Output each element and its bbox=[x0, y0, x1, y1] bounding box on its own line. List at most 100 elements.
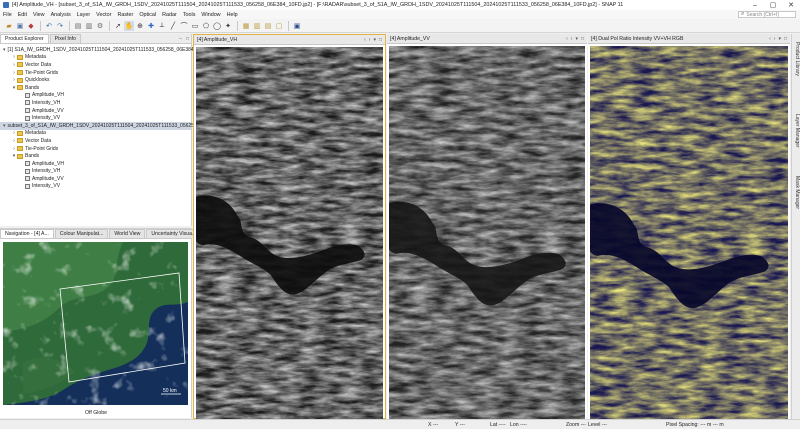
image-view-amplitude-vv[interactable]: [4] Amplitude_VV ‹ › ▾ □ bbox=[387, 34, 587, 429]
view-tab-dual-pol-rgb[interactable]: [4] Dual Pol Ratio Intensity VV+VH RGB ‹… bbox=[588, 34, 790, 44]
settings-icon[interactable]: ⚙ bbox=[95, 21, 105, 31]
draw-ellipse-icon[interactable]: ◯ bbox=[212, 21, 222, 31]
close-panel-icon[interactable]: □ bbox=[186, 36, 189, 42]
view-next-icon[interactable]: › bbox=[369, 37, 371, 43]
layer-manager-tab[interactable]: Layer Manager bbox=[793, 114, 800, 148]
sar-image-amplitude-vv[interactable] bbox=[389, 46, 585, 429]
view-tab-amplitude-vh[interactable]: [4] Amplitude_VH ‹ › ▾ □ bbox=[194, 35, 385, 45]
expanded-toggle-icon[interactable]: ▾ bbox=[3, 47, 6, 53]
view-title: [4] Amplitude_VH bbox=[197, 36, 238, 43]
tree-node-label: Amplitude_VH bbox=[32, 92, 64, 99]
tree-node[interactable]: Amplitude_VV bbox=[0, 175, 191, 183]
view-tab-amplitude-vv[interactable]: [4] Amplitude_VV ‹ › ▾ □ bbox=[387, 34, 587, 44]
search-box[interactable]: ⌕ Search (Ctrl+I) bbox=[738, 11, 796, 18]
draw-line-icon[interactable]: ╱ bbox=[168, 21, 178, 31]
view-maximize-icon[interactable]: □ bbox=[379, 37, 382, 43]
open-product-icon[interactable]: ▰ bbox=[4, 21, 14, 31]
tree-node[interactable]: › Tie-Point Grids bbox=[0, 69, 191, 77]
tree-node[interactable]: › Vector Data bbox=[0, 137, 191, 145]
tree-node[interactable]: › Quicklooks bbox=[0, 76, 191, 84]
view-maximize-icon[interactable]: □ bbox=[581, 36, 584, 42]
menu-help[interactable]: Help bbox=[227, 12, 238, 18]
tree-node[interactable]: ▾ subset_3_of_S1A_IW_GRDH_1SDV_20241025T1… bbox=[0, 121, 232, 130]
sar-image-amplitude-vh[interactable] bbox=[196, 47, 383, 421]
range-finder-icon[interactable]: ⟂ bbox=[157, 21, 167, 31]
tree-node[interactable]: › Metadata bbox=[0, 130, 191, 138]
tile-vertically-icon[interactable]: ▤ bbox=[263, 21, 273, 31]
sync-views-icon[interactable]: ▣ bbox=[292, 21, 302, 31]
view-list-icon[interactable]: ▾ bbox=[373, 37, 376, 43]
product-library-tab[interactable]: Product Library bbox=[793, 42, 800, 76]
menu-raster[interactable]: Raster bbox=[117, 12, 133, 18]
pin-tool-icon[interactable]: ✚ bbox=[146, 21, 156, 31]
tree-node[interactable]: Amplitude_VV bbox=[0, 107, 191, 115]
tab-pixel-info[interactable]: Pixel Info bbox=[49, 34, 81, 43]
view-next-icon[interactable]: › bbox=[571, 36, 573, 42]
undo-icon[interactable]: ↶ bbox=[44, 21, 54, 31]
tree-node[interactable]: › Metadata bbox=[0, 54, 191, 62]
tree-node[interactable]: › Tie-Point Grids bbox=[0, 145, 191, 153]
tree-node[interactable]: › Vector Data bbox=[0, 61, 191, 69]
tab-navigation[interactable]: Navigation - [4] A... bbox=[0, 229, 54, 238]
sar-image-dual-pol-rgb[interactable] bbox=[590, 46, 788, 429]
tile-horizontally-icon[interactable]: ▥ bbox=[252, 21, 262, 31]
tree-node-label: Metadata bbox=[25, 130, 46, 137]
menu-optical[interactable]: Optical bbox=[139, 12, 156, 18]
close-button[interactable]: ✕ bbox=[782, 0, 800, 10]
tree-node[interactable]: Intensity_VV bbox=[0, 183, 191, 191]
minimize-button[interactable]: – bbox=[746, 0, 764, 10]
image-view-amplitude-vh[interactable]: [4] Amplitude_VH ‹ › ▾ □ bbox=[193, 34, 386, 421]
expanded-toggle-icon[interactable]: ▾ bbox=[3, 123, 6, 129]
menu-radar[interactable]: Radar bbox=[162, 12, 177, 18]
tree-node[interactable]: Intensity_VH bbox=[0, 168, 191, 176]
menu-analysis[interactable]: Analysis bbox=[51, 12, 71, 18]
tree-node[interactable]: ▾ Bands bbox=[0, 152, 191, 160]
mask-manager-tab[interactable]: Mask Manager bbox=[793, 176, 800, 209]
tree-node[interactable]: Intensity_VV bbox=[0, 114, 191, 122]
view-list-icon[interactable]: ▾ bbox=[778, 36, 781, 42]
image-view-dual-pol-rgb[interactable]: [4] Dual Pol Ratio Intensity VV+VH RGB ‹… bbox=[588, 34, 790, 429]
toolbar-separator bbox=[69, 20, 70, 31]
tab-product-explorer[interactable]: Product Explorer bbox=[0, 34, 49, 43]
view-prev-icon[interactable]: ‹ bbox=[769, 36, 771, 42]
menu-view[interactable]: View bbox=[33, 12, 45, 18]
view-prev-icon[interactable]: ‹ bbox=[566, 36, 568, 42]
minimize-panel-icon[interactable]: – bbox=[179, 36, 182, 42]
draw-rectangle-icon[interactable]: ▭ bbox=[190, 21, 200, 31]
menu-vector[interactable]: Vector bbox=[96, 12, 111, 18]
view-next-icon[interactable]: › bbox=[774, 36, 776, 42]
select-tool-icon[interactable]: ➚ bbox=[113, 21, 123, 31]
tab-world-view[interactable]: World View bbox=[109, 229, 146, 238]
view-maximize-icon[interactable]: □ bbox=[784, 36, 787, 42]
menu-tools[interactable]: Tools bbox=[183, 12, 196, 18]
save-icon[interactable]: ▣ bbox=[15, 21, 25, 31]
batch-icon[interactable]: ▥ bbox=[84, 21, 94, 31]
tree-node[interactable]: Amplitude_VH bbox=[0, 160, 191, 168]
search-placeholder: Search (Ctrl+I) bbox=[746, 11, 780, 18]
menu-window[interactable]: Window bbox=[201, 12, 220, 18]
draw-polyline-icon[interactable]: ⌒ bbox=[179, 21, 189, 31]
world-view-map[interactable]: 50 km bbox=[3, 242, 188, 405]
menu-edit[interactable]: Edit bbox=[18, 12, 27, 18]
tile-evenly-icon[interactable]: ▦ bbox=[241, 21, 251, 31]
pan-tool-icon[interactable]: ✋ bbox=[124, 20, 134, 31]
view-prev-icon[interactable]: ‹ bbox=[364, 37, 366, 43]
redo-icon[interactable]: ↷ bbox=[55, 21, 65, 31]
graph-builder-icon[interactable]: ▤ bbox=[73, 21, 83, 31]
menu-file[interactable]: File bbox=[3, 12, 12, 18]
zoom-tool-icon[interactable]: ⊕ bbox=[135, 21, 145, 31]
maximize-button[interactable]: ▢ bbox=[764, 0, 782, 10]
tab-colour-manipulation[interactable]: Colour Manipulat... bbox=[54, 229, 109, 238]
status-bar: X --- Y --- Lat ---- Lon ---- Zoom --- L… bbox=[0, 419, 800, 429]
draw-polygon-icon[interactable]: ⬠ bbox=[201, 21, 211, 31]
menu-layer[interactable]: Layer bbox=[77, 12, 91, 18]
view-title: [4] Dual Pol Ratio Intensity VV+VH RGB bbox=[591, 35, 684, 42]
tree-node[interactable]: ▾ [1] S1A_IW_GRDH_1SDV_20241025T111504_20… bbox=[0, 46, 209, 54]
tree-node[interactable]: Amplitude_VH bbox=[0, 92, 191, 100]
export-icon[interactable]: ◆ bbox=[26, 21, 36, 31]
view-list-icon[interactable]: ▾ bbox=[575, 36, 578, 42]
tile-single-icon[interactable]: ▢ bbox=[274, 21, 284, 31]
magic-wand-icon[interactable]: ✦ bbox=[223, 21, 233, 31]
tree-node[interactable]: ▾ Bands bbox=[0, 84, 191, 92]
tree-node[interactable]: Intensity_VH bbox=[0, 99, 191, 107]
